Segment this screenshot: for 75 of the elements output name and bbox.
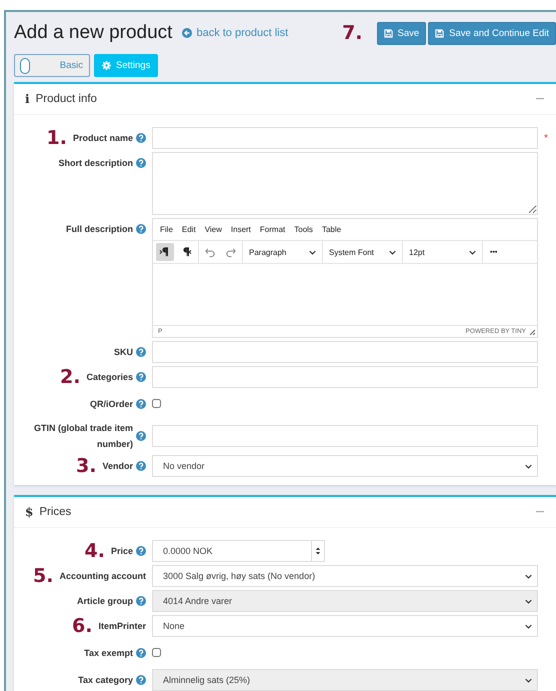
menu-item[interactable]: File bbox=[160, 225, 173, 234]
select-field[interactable]: No vendor bbox=[152, 455, 538, 477]
chevron-down-icon bbox=[525, 464, 532, 468]
section-icon: i bbox=[25, 92, 30, 106]
pilcrow-icon bbox=[159, 247, 171, 257]
toolbar-dropdown[interactable]: System Font bbox=[323, 241, 403, 263]
chevron-down-icon bbox=[525, 624, 532, 628]
gear-icon bbox=[102, 61, 111, 70]
field-label: Product name bbox=[72, 132, 133, 145]
help-icon[interactable] bbox=[136, 158, 146, 168]
number-field[interactable]: 0.0000 NOK bbox=[152, 540, 325, 562]
help-icon[interactable] bbox=[136, 546, 146, 556]
menu-item[interactable]: Format bbox=[260, 225, 286, 234]
chevron-down-icon bbox=[525, 678, 532, 682]
step-marker: 1. bbox=[46, 127, 67, 149]
spinner-arrows-icon[interactable] bbox=[315, 546, 321, 556]
chevron-down-icon bbox=[309, 250, 316, 254]
help-icon[interactable] bbox=[136, 133, 146, 143]
toolbar-dropdown[interactable]: Paragraph bbox=[243, 241, 323, 263]
field-label: QR/iOrder bbox=[90, 398, 133, 411]
menu-item[interactable]: Table bbox=[322, 225, 342, 234]
checkbox[interactable] bbox=[152, 648, 161, 657]
menu-item[interactable]: Insert bbox=[230, 225, 251, 234]
page-title: Add a new product bbox=[14, 22, 172, 44]
field-label: SKU bbox=[114, 346, 133, 359]
required-mark: * bbox=[544, 132, 548, 144]
help-icon[interactable] bbox=[136, 347, 146, 357]
field-label: ItemPrinter bbox=[98, 620, 146, 633]
pilcrow-button[interactable] bbox=[156, 243, 174, 261]
checkbox[interactable] bbox=[152, 399, 161, 408]
help-icon[interactable] bbox=[136, 399, 146, 409]
chevron-down-icon bbox=[525, 598, 532, 604]
save-button[interactable]: Save and Continue Edit bbox=[428, 22, 556, 44]
help-icon[interactable] bbox=[136, 461, 146, 471]
field-label: Categories bbox=[86, 371, 133, 384]
select-field[interactable]: None bbox=[152, 615, 538, 637]
step-marker: 6. bbox=[72, 615, 92, 637]
step-marker: 5. bbox=[33, 565, 54, 587]
section-title: Product info bbox=[36, 93, 97, 105]
help-icon[interactable] bbox=[136, 431, 146, 441]
menu-item[interactable]: Edit bbox=[182, 225, 196, 234]
back-arrow-icon bbox=[182, 28, 192, 38]
text-field[interactable] bbox=[152, 127, 538, 149]
field-label: Full description bbox=[66, 223, 133, 236]
field-label: Vendor bbox=[102, 460, 133, 473]
menu-item[interactable]: Tools bbox=[294, 225, 313, 234]
resize-handle-icon[interactable] bbox=[529, 328, 535, 334]
help-icon[interactable] bbox=[136, 648, 146, 658]
field-label: Article group bbox=[76, 595, 133, 608]
field-label: Accounting account bbox=[59, 570, 146, 583]
field-label: GTIN (global trade item number) bbox=[32, 422, 133, 451]
section-title: Prices bbox=[39, 506, 72, 518]
text-field[interactable] bbox=[152, 366, 538, 388]
field-label: Tax category bbox=[78, 674, 133, 687]
chevron-down-icon bbox=[469, 250, 476, 254]
save-button[interactable]: Save bbox=[376, 22, 426, 44]
field-label: Short description bbox=[58, 157, 133, 170]
text-field[interactable] bbox=[152, 425, 538, 447]
step-marker: 3. bbox=[76, 455, 96, 477]
text-field[interactable] bbox=[152, 341, 538, 363]
help-icon[interactable] bbox=[136, 372, 146, 382]
help-icon[interactable] bbox=[136, 224, 146, 234]
step-marker: 7. bbox=[342, 22, 363, 44]
select-field[interactable]: 3000 Salg øvrig, høy sats (No vendor) bbox=[152, 565, 538, 587]
field-label: Price bbox=[110, 545, 133, 558]
step-marker: 2. bbox=[60, 366, 80, 388]
redo-icon[interactable] bbox=[225, 246, 236, 258]
section-icon: $ bbox=[25, 505, 34, 519]
step-marker: 4. bbox=[84, 540, 105, 562]
chevron-down-icon bbox=[389, 250, 396, 254]
undo-icon[interactable] bbox=[205, 246, 216, 258]
toolbar-dropdown[interactable]: 12pt bbox=[403, 241, 483, 263]
menu-item[interactable]: View bbox=[204, 225, 222, 234]
chevron-down-icon bbox=[525, 574, 532, 578]
field-label: Tax exempt bbox=[84, 647, 133, 660]
